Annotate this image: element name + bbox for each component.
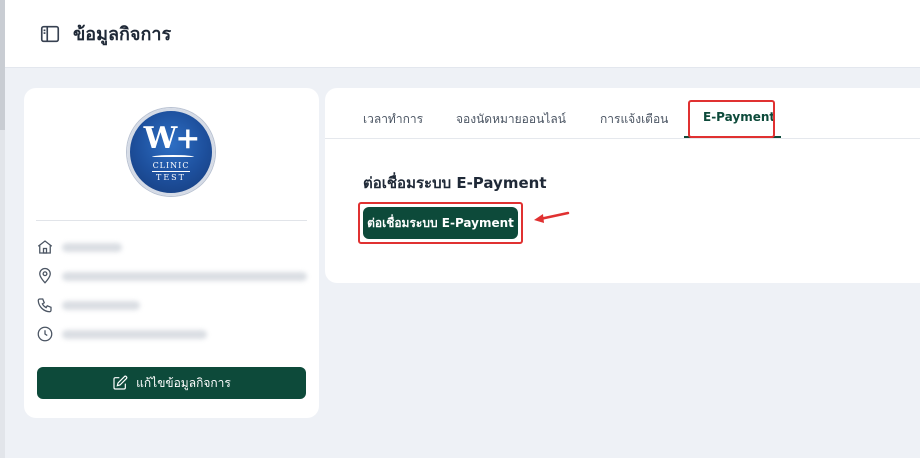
arrow-pointer-icon — [534, 211, 570, 223]
info-row-hours — [36, 323, 316, 345]
redacted-hours — [62, 329, 207, 339]
tab-online-booking[interactable]: จองนัดหมายออนไลน์ — [456, 110, 566, 129]
logo-letters: W+ — [143, 121, 201, 156]
settings-card: เวลาทำการ จองนัดหมายออนไลน์ การแจ้งเตือน… — [325, 88, 920, 283]
logo-line-2: TEST — [152, 171, 190, 182]
redacted-address — [62, 271, 307, 281]
section-title: ต่อเชื่อมระบบ E-Payment — [363, 174, 547, 192]
highlight-box-tab — [688, 100, 775, 138]
connect-e-payment-button[interactable]: ต่อเชื่อมระบบ E-Payment — [363, 207, 518, 239]
info-row-address — [36, 265, 316, 287]
logo-line-1: CLINIC — [152, 161, 190, 170]
info-row-name — [36, 236, 316, 258]
edit-business-button[interactable]: แก้ไขข้อมูลกิจการ — [37, 367, 306, 399]
map-pin-icon — [39, 267, 51, 284]
business-profile-card: W+ CLINIC TEST แก้ไขข้อมูลกิจการ — [24, 88, 319, 418]
left-scrollbar[interactable] — [0, 0, 5, 458]
redacted-name — [62, 242, 122, 252]
book-open-icon — [40, 25, 60, 42]
clock-icon — [37, 326, 53, 342]
phone-icon — [37, 298, 52, 313]
redacted-phone — [62, 300, 140, 310]
tab-bar: เวลาทำการ จองนัดหมายออนไลน์ การแจ้งเตือน… — [325, 88, 920, 139]
page-title: ข้อมูลกิจการ — [73, 24, 172, 45]
edit-business-label: แก้ไขข้อมูลกิจการ — [136, 375, 231, 390]
page-header: ข้อมูลกิจการ — [5, 0, 920, 68]
tab-notifications[interactable]: การแจ้งเตือน — [600, 110, 668, 129]
divider — [36, 220, 307, 221]
tab-business-hours[interactable]: เวลาทำการ — [363, 110, 423, 129]
info-row-phone — [36, 294, 316, 316]
edit-icon — [113, 375, 128, 390]
logo-wave — [152, 155, 194, 159]
clinic-logo: W+ CLINIC TEST — [127, 108, 215, 196]
home-icon — [37, 240, 53, 254]
